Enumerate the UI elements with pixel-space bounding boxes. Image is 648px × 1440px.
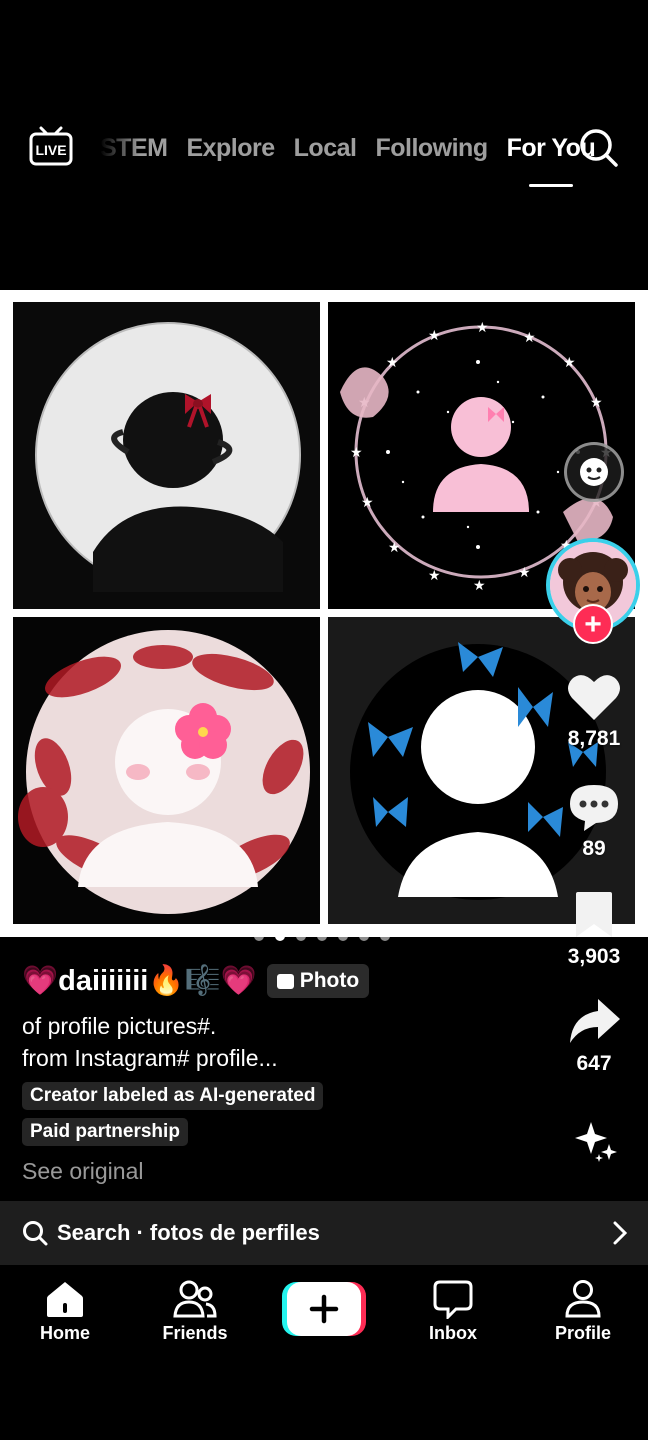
nav-inbox[interactable]: Inbox [398,1279,508,1344]
svg-text:★: ★ [428,328,441,344]
nav-friends[interactable]: Friends [140,1279,250,1344]
slide-dot-active [275,931,285,941]
slide-dot [296,931,306,941]
profile-picture-tile [13,302,320,609]
save-count: 3,903 [567,945,621,968]
slide-indicator [254,931,390,941]
search-icon[interactable] [577,126,619,168]
comment-button[interactable]: 89 [559,782,629,861]
post-caption: 💗daiiiiiii🔥🎼💗 Photo of profile pictures#… [22,960,542,1185]
chevron-right-icon [613,1221,628,1245]
slide-dot [359,931,369,941]
tab-local[interactable]: Local [294,134,357,163]
tab-explore[interactable]: Explore [186,134,275,163]
slide-dot [254,931,264,941]
svg-text:★: ★ [523,330,536,346]
author-name[interactable]: 💗daiiiiiii🔥🎼💗 [22,964,257,998]
bookmark-icon [576,892,612,937]
profile-icon [565,1280,601,1318]
related-search-text: Search · fotos de perfiles [57,1220,320,1245]
inbox-icon [433,1280,473,1319]
svg-text:LIVE: LIVE [35,142,66,158]
bottom-navigation: Home Friends Inbox Profile [0,1265,648,1365]
nav-profile[interactable]: Profile [528,1279,638,1344]
related-search-bar[interactable]: Search · fotos de perfiles [0,1201,648,1265]
ai-generated-label[interactable]: Creator labeled as AI-generated [22,1082,324,1110]
share-count: 647 [576,1052,612,1075]
photo-icon [276,973,294,989]
svg-text:★: ★ [350,445,363,461]
svg-text:★: ★ [428,568,441,584]
see-original-link[interactable]: See original [22,1158,542,1185]
comment-count: 89 [582,837,606,860]
slide-dot [317,931,327,941]
svg-text:★: ★ [590,395,603,411]
post-description[interactable]: of profile pictures#. from Instagram# pr… [22,1010,542,1074]
tab-stem[interactable]: STEM [100,134,168,163]
paid-partnership-label[interactable]: Paid partnership [22,1118,188,1146]
svg-text:★: ★ [473,578,486,594]
friends-icon [173,1280,217,1318]
save-button[interactable]: 3,903 [559,890,629,969]
svg-text:★: ★ [361,495,374,511]
top-navigation: LIVE STEM Explore Local Following For Yo… [0,0,648,290]
follow-button[interactable]: + [573,604,613,644]
svg-text:★: ★ [386,355,399,371]
photo-type-chip: Photo [266,964,370,998]
post-photo-collage[interactable]: ★★★★ ★★★★ ★★★★ ★★★★ [0,290,648,937]
live-icon[interactable]: LIVE [28,124,74,168]
nav-home[interactable]: Home [10,1279,120,1344]
remix-button[interactable] [564,442,624,502]
svg-text:★: ★ [563,355,576,371]
share-arrow-icon [570,999,620,1043]
home-icon [47,1282,83,1317]
remix-icon [580,458,608,486]
like-count: 8,781 [567,727,621,750]
heart-icon [568,675,620,720]
create-button[interactable] [282,1282,366,1336]
svg-text:★: ★ [518,565,531,581]
slide-dot [380,931,390,941]
sparkle-icon[interactable] [575,1120,619,1164]
slide-dot [338,931,348,941]
tab-following[interactable]: Following [375,134,488,163]
svg-text:★: ★ [388,540,401,556]
search-icon [23,1221,48,1246]
comment-icon [570,785,618,831]
feed-tabs: STEM Explore Local Following For You [100,130,596,166]
profile-picture-tile [13,617,320,924]
like-button[interactable]: 8,781 [559,672,629,751]
share-button[interactable]: 647 [559,997,629,1076]
profile-picture-tile [328,617,635,924]
svg-text:★: ★ [476,320,489,336]
